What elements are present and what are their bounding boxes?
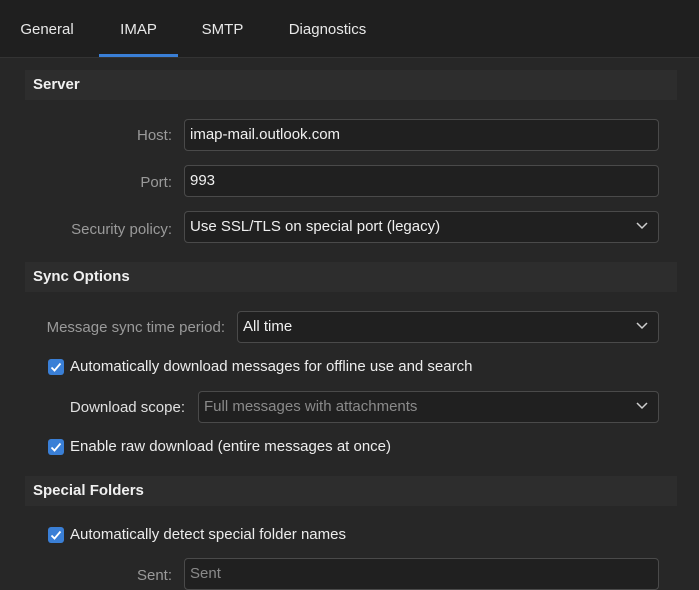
auto-detect-folders-checkbox-row[interactable]: Automatically detect special folder name… bbox=[48, 525, 648, 547]
auto-detect-folders-checkbox[interactable] bbox=[48, 527, 64, 543]
tab-bar: General IMAP SMTP Diagnostics bbox=[0, 0, 699, 58]
download-scope-value: Full messages with attachments bbox=[204, 398, 418, 415]
auto-detect-folders-label: Automatically detect special folder name… bbox=[70, 526, 346, 543]
host-input[interactable]: imap-mail.outlook.com bbox=[184, 119, 659, 151]
raw-download-checkbox-row[interactable]: Enable raw download (entire messages at … bbox=[48, 437, 648, 459]
tab-diagnostics[interactable]: Diagnostics bbox=[275, 0, 380, 57]
section-sync-options-header: Sync Options bbox=[25, 262, 677, 292]
port-value: 993 bbox=[190, 172, 216, 189]
chevron-down-icon bbox=[636, 402, 648, 410]
security-policy-label: Security policy: bbox=[71, 221, 172, 238]
checkmark-icon bbox=[50, 362, 62, 372]
tab-smtp[interactable]: SMTP bbox=[190, 0, 255, 57]
port-input[interactable]: 993 bbox=[184, 165, 659, 197]
tab-general[interactable]: General bbox=[8, 0, 86, 57]
chevron-down-icon bbox=[636, 322, 648, 330]
sync-period-label: Message sync time period: bbox=[46, 319, 225, 336]
chevron-down-icon bbox=[636, 222, 648, 230]
sync-period-select[interactable]: All time bbox=[237, 311, 659, 343]
auto-download-label: Automatically download messages for offl… bbox=[70, 358, 473, 375]
sync-period-value: All time bbox=[243, 318, 293, 335]
auto-download-checkbox[interactable] bbox=[48, 359, 64, 375]
checkmark-icon bbox=[50, 442, 62, 452]
section-server-header: Server bbox=[25, 70, 677, 100]
host-value: imap-mail.outlook.com bbox=[190, 126, 341, 143]
sent-folder-input[interactable]: Sent bbox=[184, 558, 659, 590]
raw-download-label: Enable raw download (entire messages at … bbox=[70, 438, 392, 455]
host-label: Host: bbox=[136, 127, 172, 144]
port-label: Port: bbox=[140, 174, 172, 191]
section-special-folders-header: Special Folders bbox=[25, 476, 677, 506]
security-policy-value: Use SSL/TLS on special port (legacy) bbox=[190, 218, 441, 235]
auto-download-checkbox-row[interactable]: Automatically download messages for offl… bbox=[48, 357, 648, 379]
download-scope-label: Download scope: bbox=[69, 399, 185, 416]
tab-imap[interactable]: IMAP bbox=[99, 0, 178, 57]
sent-folder-label: Sent: bbox=[136, 567, 172, 584]
download-scope-select[interactable]: Full messages with attachments bbox=[198, 391, 659, 423]
checkmark-icon bbox=[50, 530, 62, 540]
raw-download-checkbox[interactable] bbox=[48, 439, 64, 455]
security-policy-select[interactable]: Use SSL/TLS on special port (legacy) bbox=[184, 211, 659, 243]
